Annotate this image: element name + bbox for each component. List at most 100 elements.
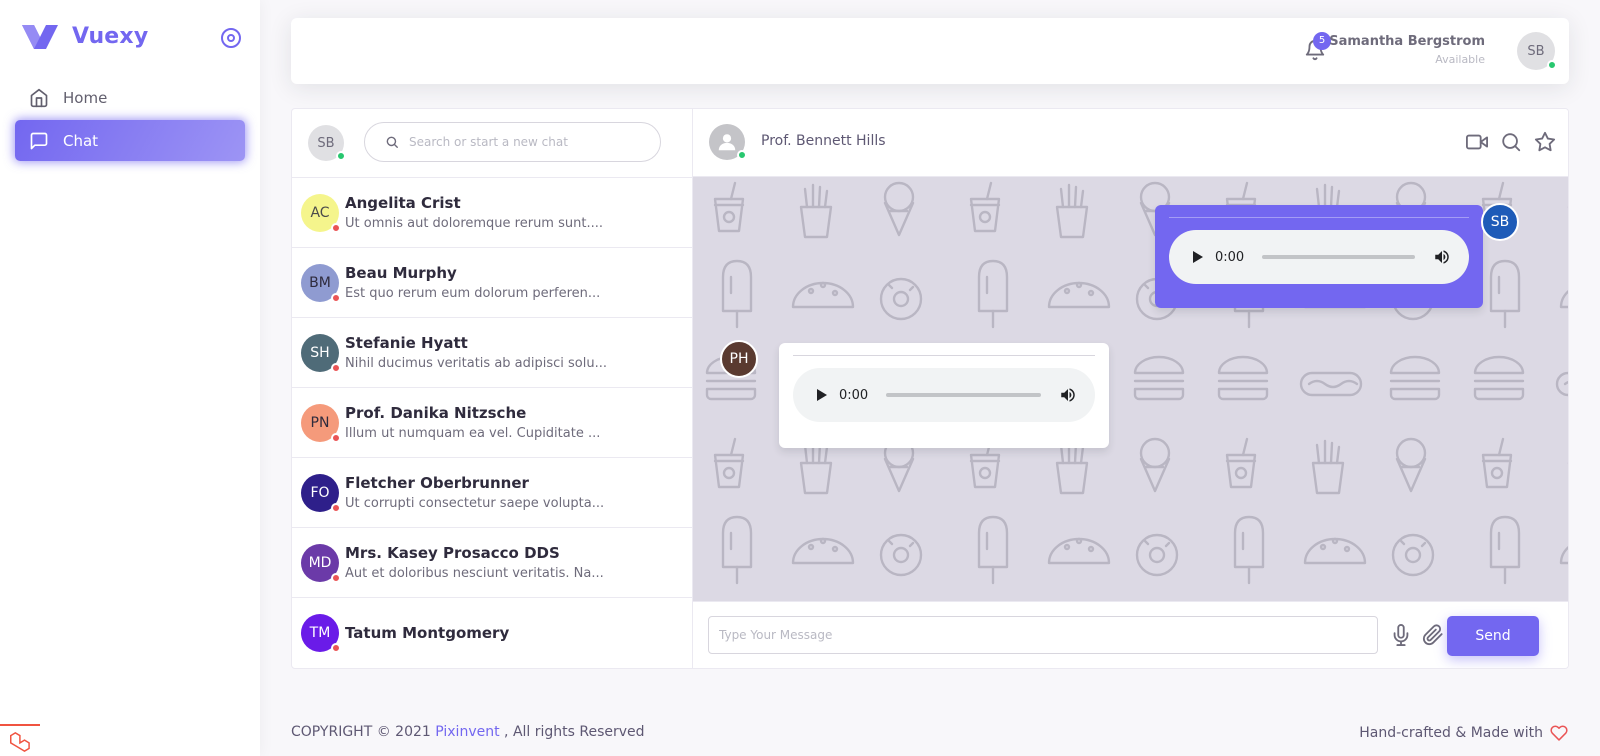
contacts-header: SB: [292, 109, 692, 178]
contact-item[interactable]: TM Tatum Montgomery: [292, 598, 692, 668]
brand[interactable]: Vuexy: [22, 24, 148, 49]
audio-player[interactable]: 0:00: [1169, 230, 1469, 284]
audio-progress-track[interactable]: [1262, 255, 1415, 259]
vuexy-logo-icon: [22, 24, 58, 49]
avatar-initials: AC: [310, 205, 330, 221]
avatar-initials: SB: [317, 135, 335, 151]
peer-name: Prof. Bennett Hills: [761, 133, 886, 149]
user-icon: [718, 134, 736, 151]
laravel-debugbar-badge[interactable]: [0, 724, 40, 756]
play-icon[interactable]: [1193, 251, 1203, 263]
copyright-prefix: COPYRIGHT © 2021: [291, 724, 431, 740]
laravel-icon: [10, 731, 30, 753]
contact-avatar: MD: [301, 544, 341, 583]
peer-avatar[interactable]: [709, 124, 747, 160]
audio-time: 0:00: [1215, 249, 1245, 265]
send-button[interactable]: Send: [1447, 616, 1539, 656]
received-message-bubble: 0:00: [779, 343, 1109, 448]
avatar-initials: MD: [308, 555, 332, 571]
avatar-initials: BM: [309, 275, 331, 291]
offline-status-dot: [331, 573, 341, 583]
avatar-initials: SB: [1527, 43, 1545, 59]
message-divider: [1169, 217, 1469, 218]
sidebar-collapse-toggle-icon[interactable]: [221, 28, 241, 48]
footer-made-with: Hand-crafted & Made with: [1359, 724, 1569, 742]
offline-status-dot: [331, 293, 341, 303]
offline-status-dot: [331, 643, 341, 653]
search-icon: [386, 136, 398, 148]
sent-message-bubble: 0:00: [1155, 205, 1483, 308]
message-input[interactable]: [708, 616, 1378, 654]
home-icon: [30, 88, 48, 107]
made-with-text: Hand-crafted & Made with: [1359, 725, 1543, 741]
user-name[interactable]: Samantha Bergstrom: [1329, 34, 1485, 49]
top-navbar: 5 Samantha Bergstrom Available SB: [291, 18, 1569, 84]
nav-item-label: Chat: [63, 131, 99, 150]
offline-status-dot: [331, 433, 341, 443]
company-link[interactable]: Pixinvent: [435, 724, 499, 740]
contact-item[interactable]: AC Angelita Crist Ut omnis aut doloremqu…: [292, 178, 692, 248]
heart-icon: [1550, 725, 1568, 741]
star-icon[interactable]: [1534, 131, 1556, 153]
contact-avatar: SH: [301, 334, 341, 373]
contact-name: Mrs. Kasey Prosacco DDS: [345, 544, 560, 562]
contact-name: Beau Murphy: [345, 264, 457, 282]
contact-name: Prof. Danika Nitzsche: [345, 404, 527, 422]
contact-last-message: Illum ut numquam ea vel. Cupiditate ...: [345, 426, 601, 441]
message-avatar-peer: PH: [720, 340, 758, 378]
my-avatar[interactable]: SB: [308, 125, 346, 161]
contact-last-message: Aut et doloribus nesciunt veritatis. Na.…: [345, 566, 604, 581]
message-composer: Send: [693, 601, 1568, 668]
messages-area[interactable]: 0:00 SB PH 0:00: [693, 177, 1568, 601]
avatar-initials: PN: [310, 415, 330, 431]
contact-avatar: PN: [301, 404, 341, 443]
nav-item-label: Home: [63, 88, 108, 107]
contact-item[interactable]: BM Beau Murphy Est quo rerum eum dolorum…: [292, 248, 692, 318]
avatar-initials: TM: [309, 625, 331, 641]
contact-avatar: FO: [301, 474, 341, 513]
nav-item-home[interactable]: Home: [15, 77, 245, 118]
avatar-initials: FO: [310, 485, 330, 501]
user-status: Available: [1435, 53, 1485, 66]
contact-name: Stefanie Hyatt: [345, 334, 468, 352]
contact-last-message: Ut omnis aut doloremque rerum sunt....: [345, 216, 603, 231]
contact-item[interactable]: FO Fletcher Oberbrunner Ut corrupti cons…: [292, 458, 692, 528]
contact-last-message: Nihil ducimus veritatis ab adipisci solu…: [345, 356, 607, 371]
contact-name: Fletcher Oberbrunner: [345, 474, 529, 492]
conversation-actions: [1466, 131, 1556, 153]
contacts-panel: SB AC Angelita Crist Ut omnis aut dolore…: [292, 109, 693, 668]
volume-icon[interactable]: [1059, 386, 1077, 404]
audio-player[interactable]: 0:00: [793, 368, 1095, 422]
chat-search[interactable]: [364, 122, 661, 162]
volume-icon[interactable]: [1433, 248, 1451, 266]
message-square-icon: [30, 132, 48, 149]
audio-progress-track[interactable]: [886, 393, 1041, 397]
search-input[interactable]: [409, 135, 649, 149]
contact-item[interactable]: SH Stefanie Hyatt Nihil ducimus veritati…: [292, 318, 692, 388]
chat-app: SB AC Angelita Crist Ut omnis aut dolore…: [291, 108, 1569, 669]
main-sidebar: Vuexy Home Chat: [0, 0, 260, 756]
user-avatar[interactable]: SB: [1517, 32, 1557, 70]
contact-last-message: Est quo rerum eum dolorum perferen...: [345, 286, 601, 301]
contact-last-message: Ut corrupti consectetur saepe volupta...: [345, 496, 605, 511]
contact-avatar: TM: [301, 614, 341, 653]
online-status-dot: [737, 150, 747, 160]
online-status-dot: [336, 151, 346, 161]
contact-avatar: AC: [301, 194, 341, 233]
paperclip-icon[interactable]: [1422, 624, 1444, 646]
nav-item-chat[interactable]: Chat: [15, 120, 245, 161]
microphone-icon[interactable]: [1390, 624, 1412, 646]
online-status-dot: [1547, 60, 1557, 70]
message-divider: [793, 355, 1095, 356]
video-call-icon[interactable]: [1466, 131, 1488, 153]
footer-copyright: COPYRIGHT © 2021 Pixinvent , All rights …: [291, 724, 645, 740]
contact-item[interactable]: PN Prof. Danika Nitzsche Illum ut numqua…: [292, 388, 692, 458]
avatar-initials: SH: [310, 345, 330, 361]
brand-name: Vuexy: [72, 24, 149, 49]
conversation-header: Prof. Bennett Hills: [693, 109, 1568, 177]
search-icon[interactable]: [1500, 131, 1522, 153]
avatar-initials: PH: [729, 351, 749, 367]
contact-item[interactable]: MD Mrs. Kasey Prosacco DDS Aut et dolori…: [292, 528, 692, 598]
play-icon[interactable]: [817, 389, 827, 401]
audio-time: 0:00: [839, 387, 869, 403]
